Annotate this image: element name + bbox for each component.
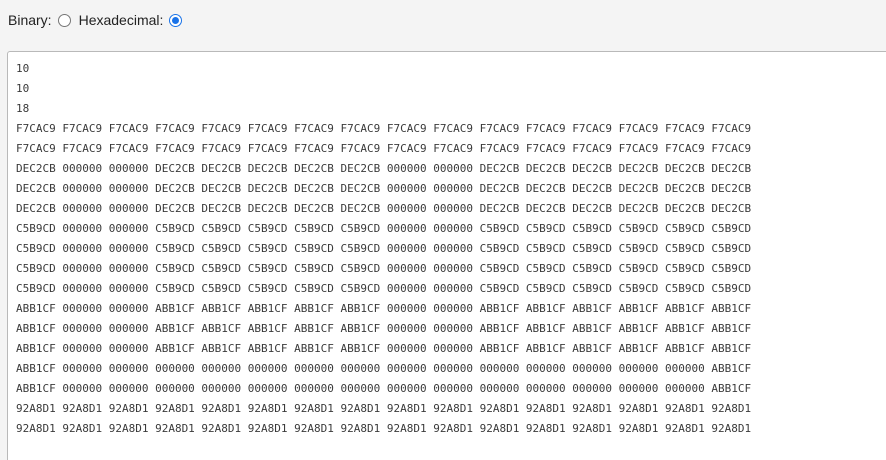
output-content: 10 10 18 F7CAC9 F7CAC9 F7CAC9 F7CAC9 F7C… — [16, 59, 751, 439]
output-line: ABB1CF 000000 000000 ABB1CF ABB1CF ABB1C… — [16, 322, 752, 335]
output-line: DEC2CB 000000 000000 DEC2CB DEC2CB DEC2C… — [16, 162, 752, 175]
output-line: DEC2CB 000000 000000 DEC2CB DEC2CB DEC2C… — [16, 202, 752, 215]
output-line: C5B9CD 000000 000000 C5B9CD C5B9CD C5B9C… — [16, 262, 752, 275]
output-line: ABB1CF 000000 000000 000000 000000 00000… — [16, 362, 752, 375]
output-line: F7CAC9 F7CAC9 F7CAC9 F7CAC9 F7CAC9 F7CAC… — [16, 122, 752, 135]
binary-label: Binary: — [8, 12, 52, 28]
output-line: 10 — [16, 82, 30, 95]
output-line: F7CAC9 F7CAC9 F7CAC9 F7CAC9 F7CAC9 F7CAC… — [16, 142, 752, 155]
output-line: ABB1CF 000000 000000 ABB1CF ABB1CF ABB1C… — [16, 342, 752, 355]
output-line: C5B9CD 000000 000000 C5B9CD C5B9CD C5B9C… — [16, 242, 752, 255]
output-line: C5B9CD 000000 000000 C5B9CD C5B9CD C5B9C… — [16, 222, 752, 235]
output-textarea[interactable]: 10 10 18 F7CAC9 F7CAC9 F7CAC9 F7CAC9 F7C… — [7, 51, 886, 460]
output-line: 92A8D1 92A8D1 92A8D1 92A8D1 92A8D1 92A8D… — [16, 422, 752, 435]
binary-radio[interactable] — [57, 13, 71, 27]
output-format-selector: Binary: Hexadecimal: — [8, 10, 190, 30]
output-line: C5B9CD 000000 000000 C5B9CD C5B9CD C5B9C… — [16, 282, 752, 295]
output-line: 10 — [16, 62, 30, 75]
output-line: ABB1CF 000000 000000 ABB1CF ABB1CF ABB1C… — [16, 302, 752, 315]
output-line: 18 — [16, 102, 30, 115]
output-line: ABB1CF 000000 000000 000000 000000 00000… — [16, 382, 752, 395]
hexadecimal-label: Hexadecimal: — [78, 12, 164, 28]
hexadecimal-radio[interactable] — [169, 13, 183, 27]
output-line: 92A8D1 92A8D1 92A8D1 92A8D1 92A8D1 92A8D… — [16, 402, 752, 415]
output-line: DEC2CB 000000 000000 DEC2CB DEC2CB DEC2C… — [16, 182, 752, 195]
